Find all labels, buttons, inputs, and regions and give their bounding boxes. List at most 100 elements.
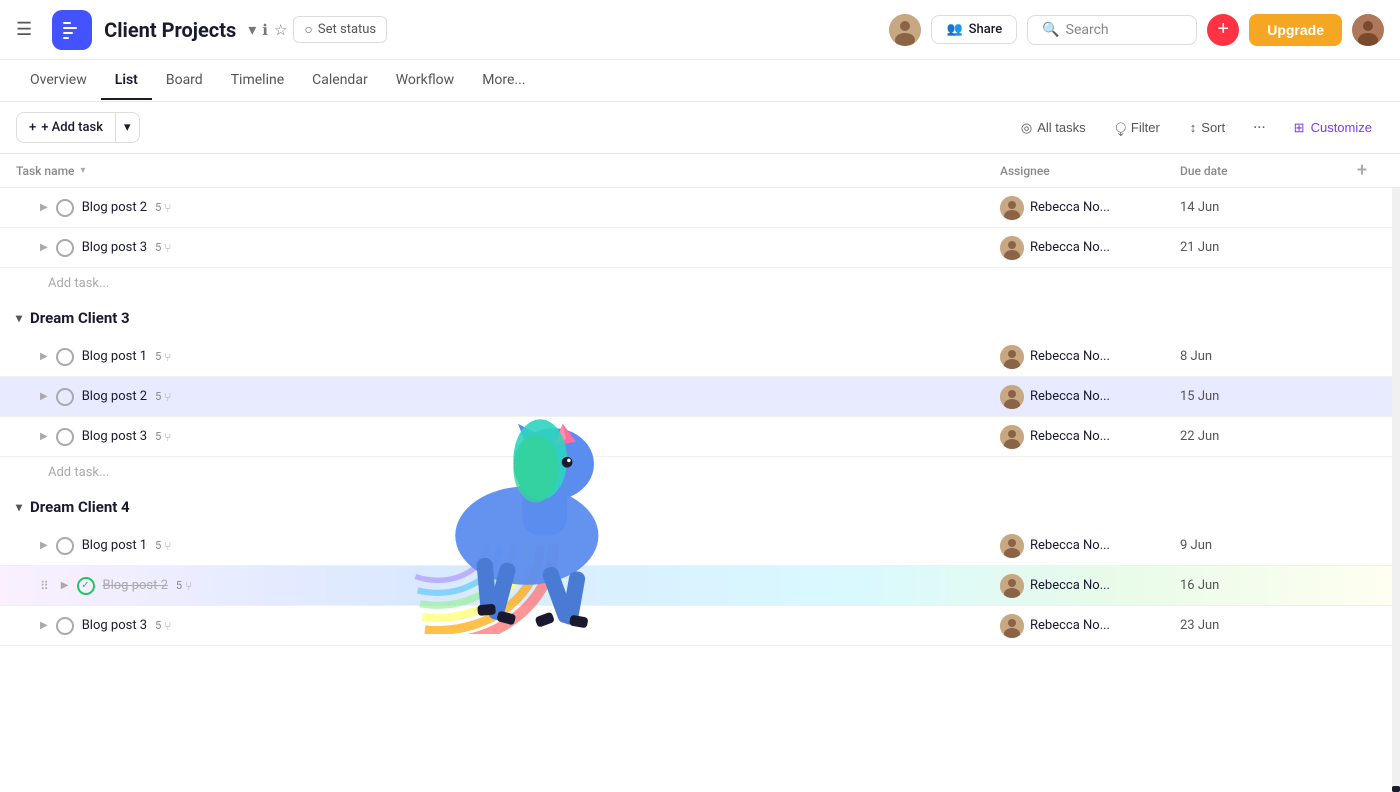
user-avatar-2[interactable] (1352, 14, 1384, 46)
header-title-actions: ▾ ℹ ☆ ○ Set status (248, 16, 387, 43)
add-task-inline-row-dc3[interactable]: Add task... (0, 457, 1400, 488)
tab-calendar[interactable]: Calendar (298, 62, 382, 100)
task-name-cell: ⠿ ▶ ✓ Blog post 2 5 ⑂ (16, 577, 1000, 595)
table-row[interactable]: ▶ Blog post 3 5 ⑂ Rebecca No... 21 Jun (0, 228, 1400, 268)
assignee-cell: Rebecca No... (1000, 196, 1180, 220)
customize-icon: ⊞ (1294, 120, 1305, 136)
add-task-caret[interactable]: ▾ (115, 113, 139, 142)
table-row[interactable]: ▶ Blog post 2 5 ⑂ Rebecca No... 14 Jun (0, 188, 1400, 228)
user-avatar-1[interactable] (889, 14, 921, 46)
add-button[interactable]: + (1207, 14, 1239, 46)
scrollbar-track[interactable] (1392, 154, 1400, 792)
tab-overview[interactable]: Overview (16, 62, 101, 100)
expand-icon[interactable]: ▶ (40, 540, 48, 551)
task-status-circle[interactable] (56, 348, 74, 366)
task-title: Blog post 1 (82, 538, 147, 553)
due-date: 22 Jun (1180, 429, 1340, 444)
assignee-avatar (1000, 236, 1024, 260)
add-task-button[interactable]: + + Add task ▾ (16, 112, 140, 143)
tab-timeline[interactable]: Timeline (217, 62, 298, 100)
table-row[interactable]: ▶ Blog post 2 5 ⑂ Rebecca No... 15 Jun (0, 377, 1400, 417)
due-date: 9 Jun (1180, 538, 1340, 553)
add-column-button[interactable]: + (1340, 160, 1384, 181)
table-row[interactable]: ▶ Blog post 3 5 ⑂ Rebecca No... 22 Jun (0, 417, 1400, 457)
table-row[interactable]: ▶ Blog post 1 5 ⑂ Rebecca No... 8 Jun (0, 337, 1400, 377)
col-due-date: Due date (1180, 164, 1340, 178)
assignee-cell: Rebecca No... (1000, 345, 1180, 369)
tab-more[interactable]: More... (468, 62, 539, 100)
task-status-circle[interactable] (56, 428, 74, 446)
add-task-main[interactable]: + + Add task (17, 113, 115, 142)
hamburger-menu-icon[interactable]: ☰ (16, 19, 32, 40)
upgrade-button[interactable]: Upgrade (1249, 14, 1342, 46)
set-status-button[interactable]: ○ Set status (293, 16, 387, 43)
assignee-name: Rebecca No... (1030, 200, 1110, 215)
section-title: Dream Client 4 (30, 498, 130, 516)
col-task-name-chevron: ▾ (80, 165, 85, 176)
expand-icon[interactable]: ▶ (40, 202, 48, 213)
task-name-cell: ▶ Blog post 3 5 ⑂ (16, 428, 1000, 446)
expand-icon[interactable]: ▶ (40, 431, 48, 442)
share-button[interactable]: 👥 Share (931, 15, 1017, 44)
toolbar: + + Add task ▾ ◎ All tasks ⧬ Filter ↕ So… (0, 102, 1400, 154)
task-status-circle[interactable] (56, 388, 74, 406)
assignee-name: Rebecca No... (1030, 349, 1110, 364)
task-name-cell: ▶ Blog post 2 5 ⑂ (16, 199, 1000, 217)
table-header: Task name ▾ Assignee Due date + (0, 154, 1400, 188)
assignee-cell: Rebecca No... (1000, 534, 1180, 558)
table-row[interactable]: ⠿ ▶ ✓ Blog post 2 5 ⑂ Rebecca No... 16 J… (0, 566, 1400, 606)
header-right: 👥 Share 🔍 Search + Upgrade (889, 14, 1384, 46)
due-date: 15 Jun (1180, 389, 1340, 404)
table-row[interactable]: ▶ Blog post 3 5 ⑂ Rebecca No... 23 Jun (0, 606, 1400, 646)
filter-button[interactable]: ⧬ Filter (1104, 114, 1172, 142)
section-dream-client-3[interactable]: ▾ Dream Client 3 (0, 299, 1400, 337)
tab-workflow[interactable]: Workflow (382, 62, 469, 100)
star-icon[interactable]: ☆ (274, 21, 287, 39)
assignee-avatar (1000, 385, 1024, 409)
task-count: 5 ⑂ (155, 241, 171, 255)
due-date: 21 Jun (1180, 240, 1340, 255)
section-dream-client-4[interactable]: ▾ Dream Client 4 (0, 488, 1400, 526)
task-count: 5 ⑂ (155, 430, 171, 444)
sort-icon: ↕ (1190, 120, 1197, 135)
task-count: 5 ⑂ (155, 350, 171, 364)
due-date: 14 Jun (1180, 200, 1340, 215)
expand-icon[interactable]: ▶ (40, 391, 48, 402)
tab-list[interactable]: List (101, 62, 152, 100)
info-icon[interactable]: ℹ (262, 21, 268, 39)
chevron-down-icon[interactable]: ▾ (248, 20, 256, 39)
task-count: 5 ⑂ (155, 390, 171, 404)
task-name-cell: ▶ Blog post 1 5 ⑂ (16, 348, 1000, 366)
more-options-button[interactable]: ··· (1243, 112, 1276, 143)
assignee-avatar (1000, 196, 1024, 220)
expand-icon[interactable]: ▶ (40, 620, 48, 631)
search-box[interactable]: 🔍 Search (1027, 15, 1197, 45)
expand-icon[interactable]: ▶ (40, 351, 48, 362)
task-status-circle[interactable] (56, 239, 74, 257)
task-title: Blog post 3 (82, 618, 147, 633)
header: ☰ Client Projects ▾ ℹ ☆ ○ Set status 👥 S… (0, 0, 1400, 60)
expand-icon[interactable]: ▶ (40, 242, 48, 253)
section-title: Dream Client 3 (30, 309, 130, 327)
assignee-avatar (1000, 345, 1024, 369)
customize-button[interactable]: ⊞ Customize (1282, 114, 1384, 142)
expand-icon[interactable]: ▶ (61, 580, 69, 591)
sort-button[interactable]: ↕ Sort (1178, 114, 1237, 141)
task-status-circle[interactable] (56, 617, 74, 635)
task-status-circle[interactable] (56, 199, 74, 217)
assignee-cell: Rebecca No... (1000, 236, 1180, 260)
circle-icon: ○ (304, 21, 312, 38)
section-collapse-icon[interactable]: ▾ (16, 500, 22, 514)
task-status-circle[interactable]: ✓ (77, 577, 95, 595)
scrollbar-thumb[interactable] (1392, 786, 1400, 792)
add-task-inline-row[interactable]: Add task... (0, 268, 1400, 299)
task-status-circle[interactable] (56, 537, 74, 555)
all-tasks-button[interactable]: ◎ All tasks (1009, 114, 1098, 142)
task-title: Blog post 2 (82, 389, 147, 404)
plus-icon: + (29, 120, 36, 135)
assignee-name: Rebecca No... (1030, 389, 1110, 404)
drag-handle-icon[interactable]: ⠿ (40, 579, 49, 593)
section-collapse-icon[interactable]: ▾ (16, 311, 22, 325)
table-row[interactable]: ▶ Blog post 1 5 ⑂ Rebecca No... 9 Jun (0, 526, 1400, 566)
tab-board[interactable]: Board (152, 62, 217, 100)
